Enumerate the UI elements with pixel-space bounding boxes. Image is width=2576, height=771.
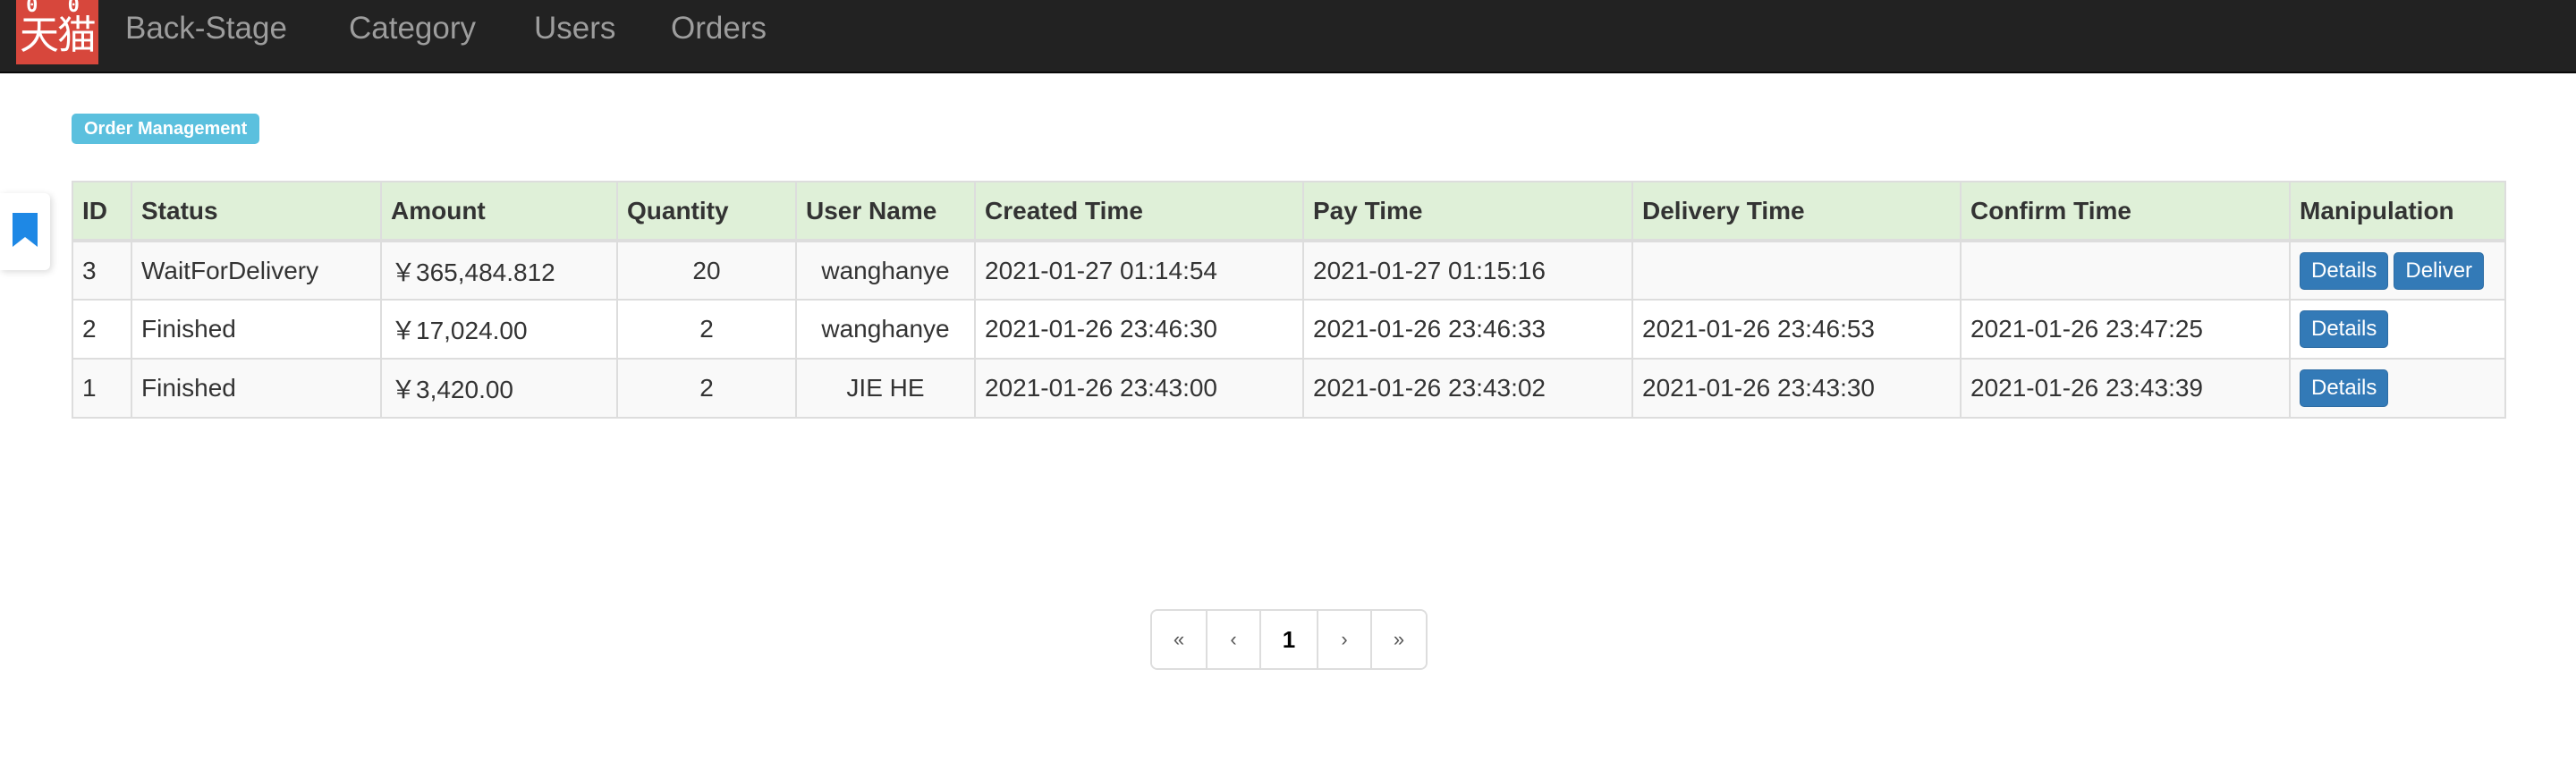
nav-link-orders[interactable]: Orders: [671, 0, 767, 57]
order-management-label: Order Management: [72, 114, 260, 144]
details-button[interactable]: Details: [2300, 369, 2389, 407]
details-button[interactable]: Details: [2300, 310, 2389, 348]
cell-id: 3: [72, 240, 132, 301]
header-id: ID: [72, 181, 132, 242]
cell-pay-time: 2021-01-26 23:43:02: [1302, 358, 1633, 419]
cell-delivery-time: [1631, 240, 1962, 301]
cell-user-name: JIE HE: [795, 358, 976, 419]
side-bookmark-tab[interactable]: [0, 193, 50, 270]
header-created-time: Created Time: [974, 181, 1304, 242]
tmall-logo[interactable]: 0 0 天猫: [16, 0, 98, 64]
cell-quantity: 2: [616, 358, 797, 419]
nav-link-category[interactable]: Category: [349, 0, 476, 57]
cell-user-name: wanghanye: [795, 240, 976, 301]
cell-quantity: 20: [616, 240, 797, 301]
cell-status: Finished: [131, 299, 382, 360]
cell-amount: ￥3,420.00: [380, 358, 618, 419]
cell-pay-time: 2021-01-26 23:46:33: [1302, 299, 1633, 360]
pagination-page-1[interactable]: 1: [1259, 611, 1317, 668]
bookmark-icon: [13, 213, 38, 247]
cell-status: Finished: [131, 358, 382, 419]
pagination-last-button[interactable]: »: [1370, 611, 1426, 668]
cell-user-name: wanghanye: [795, 299, 976, 360]
pagination-prev-button[interactable]: ‹: [1206, 611, 1259, 668]
cell-created-time: 2021-01-26 23:43:00: [974, 358, 1304, 419]
table-row: 2 Finished ￥17,024.00 2 wanghanye 2021-0…: [72, 299, 2506, 360]
cell-manipulation: Details: [2289, 299, 2506, 360]
cell-id: 2: [72, 299, 132, 360]
table-row: 1 Finished ￥3,420.00 2 JIE HE 2021-01-26…: [72, 358, 2506, 419]
header-user-name: User Name: [795, 181, 976, 242]
cell-manipulation: Details: [2289, 358, 2506, 419]
header-amount: Amount: [380, 181, 618, 242]
pagination-first-button[interactable]: «: [1152, 611, 1206, 668]
cell-created-time: 2021-01-27 01:14:54: [974, 240, 1304, 301]
cell-id: 1: [72, 358, 132, 419]
top-navbar: 0 0 天猫 Back-Stage Category Users Orders: [0, 0, 2576, 73]
header-delivery-time: Delivery Time: [1631, 181, 1962, 242]
pagination-next-button[interactable]: ›: [1317, 611, 1370, 668]
cell-created-time: 2021-01-26 23:46:30: [974, 299, 1304, 360]
nav-link-back-stage[interactable]: Back-Stage: [125, 0, 287, 57]
cell-pay-time: 2021-01-27 01:15:16: [1302, 240, 1633, 301]
cell-confirm-time: 2021-01-26 23:47:25: [1960, 299, 2291, 360]
details-button[interactable]: Details: [2300, 251, 2389, 290]
orders-table: ID Status Amount Quantity User Name Crea…: [72, 181, 2506, 419]
nav-link-users[interactable]: Users: [534, 0, 615, 57]
cell-amount: ￥17,024.00: [380, 299, 618, 360]
cell-confirm-time: [1960, 240, 2291, 301]
pagination: « ‹ 1 › »: [1150, 609, 1428, 670]
cell-amount: ￥365,484.812: [380, 240, 618, 301]
header-confirm-time: Confirm Time: [1960, 181, 2291, 242]
cell-status: WaitForDelivery: [131, 240, 382, 301]
table-header-row: ID Status Amount Quantity User Name Crea…: [72, 181, 2506, 242]
table-row: 3 WaitForDelivery ￥365,484.812 20 wangha…: [72, 240, 2506, 301]
logo-text: 天猫: [20, 13, 97, 58]
cell-confirm-time: 2021-01-26 23:43:39: [1960, 358, 2291, 419]
header-pay-time: Pay Time: [1302, 181, 1633, 242]
deliver-button[interactable]: Deliver: [2394, 251, 2485, 290]
header-status: Status: [131, 181, 382, 242]
cell-manipulation: Details Deliver: [2289, 240, 2506, 301]
header-manipulation: Manipulation: [2289, 181, 2506, 242]
cell-delivery-time: 2021-01-26 23:43:30: [1631, 358, 1962, 419]
cell-delivery-time: 2021-01-26 23:46:53: [1631, 299, 1962, 360]
header-quantity: Quantity: [616, 181, 797, 242]
cell-quantity: 2: [616, 299, 797, 360]
